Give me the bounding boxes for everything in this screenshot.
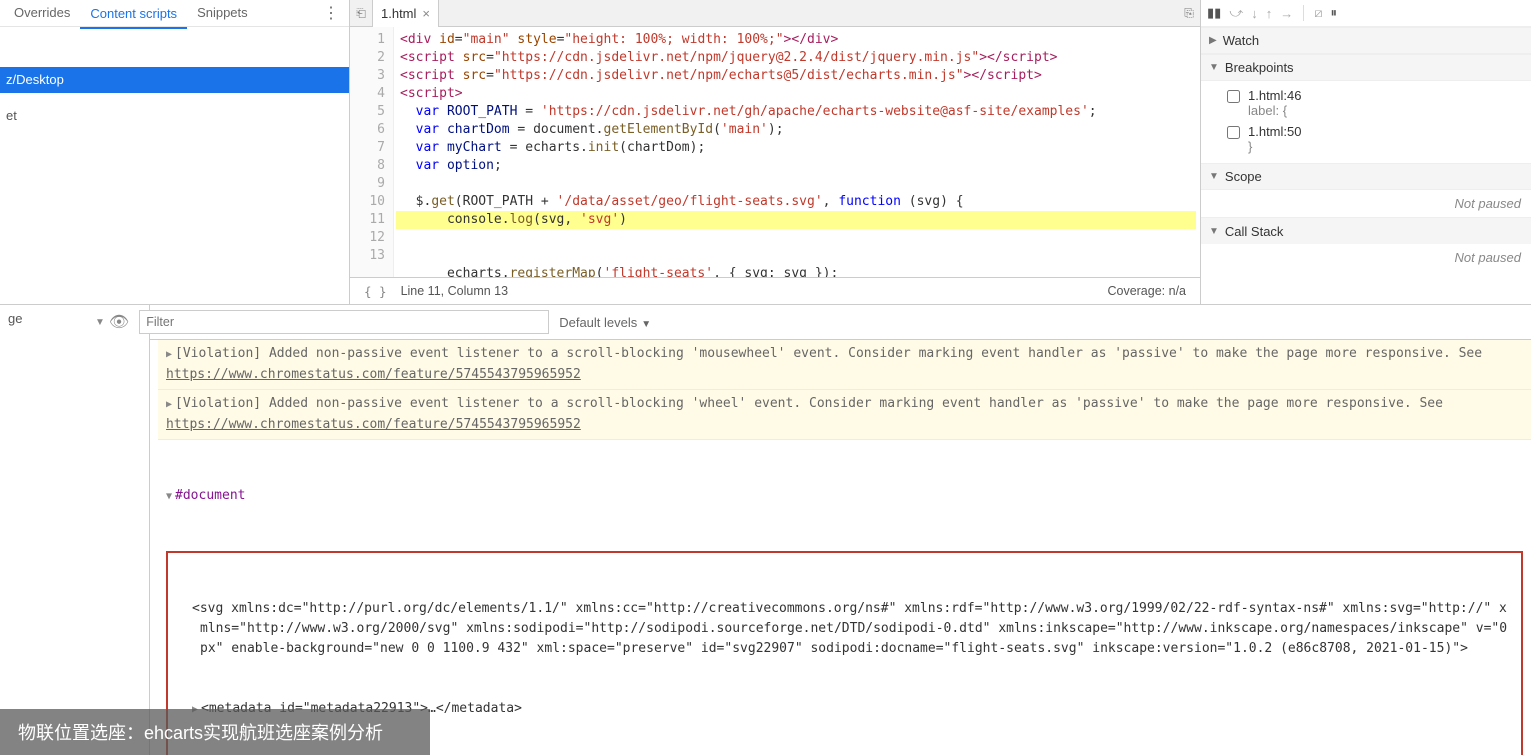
nav-next-icon[interactable]: ⎘ [1178, 6, 1200, 21]
section-breakpoints: ▼ Breakpoints 1.html:46 label: { 1.html:… [1201, 54, 1531, 163]
chevron-down-icon[interactable]: ▼ [166, 491, 172, 502]
more-tabs-icon[interactable]: ⋮ [313, 3, 349, 23]
console-sidebar-item[interactable]: ge [8, 311, 22, 326]
debug-toolbar: ▮▮ ⤻ ↓ ↑ → ⧄ ⏸ [1201, 0, 1531, 27]
code-body[interactable]: <div id="main" style="height: 100%; widt… [394, 27, 1200, 277]
chevron-down-icon[interactable]: ▼ [95, 317, 105, 328]
filter-input[interactable] [139, 310, 549, 334]
coverage-label: Coverage: n/a [1107, 284, 1186, 298]
chevron-right-icon[interactable]: ▶ [166, 349, 172, 360]
nav-prev-icon[interactable]: ⎗ [350, 6, 372, 21]
chevron-down-icon: ▼ [1209, 62, 1219, 73]
gutter: 123 456 789 101112 13 [350, 27, 394, 277]
editor-area: ⎗ 1.html × ⎘ 123 456 789 101112 13 <div … [350, 0, 1201, 304]
watch-header[interactable]: ▶ Watch [1201, 27, 1531, 54]
console-log-output: ▼#document <svg xmlns:dc="http://purl.or… [158, 440, 1531, 755]
breakpoints-header[interactable]: ▼ Breakpoints [1201, 54, 1531, 81]
close-tab-icon[interactable]: × [422, 0, 430, 27]
console-sidebar: ge [0, 305, 150, 755]
console-warning: ▶[Violation] Added non-passive event lis… [158, 340, 1531, 390]
file-tab-label: 1.html [381, 0, 416, 27]
debug-panel: ▮▮ ⤻ ↓ ↑ → ⧄ ⏸ ▶ Watch ▼ Breakpoints [1201, 0, 1531, 304]
video-caption: 物联位置选座：ehcarts实现航班选座案例分析 [0, 709, 430, 755]
step-icon[interactable]: → [1280, 6, 1293, 21]
top-row: Overrides Content scripts Snippets ⋮ z/D… [0, 0, 1531, 305]
callstack-not-paused: Not paused [1201, 244, 1531, 271]
tab-snippets[interactable]: Snippets [187, 0, 258, 26]
callstack-header[interactable]: ▼ Call Stack [1201, 217, 1531, 244]
sources-tabs: Overrides Content scripts Snippets ⋮ [0, 0, 349, 27]
section-watch: ▶ Watch [1201, 27, 1531, 54]
deactivate-bp-icon[interactable]: ⧄ [1314, 5, 1322, 21]
violation-link[interactable]: https://www.chromestatus.com/feature/574… [166, 417, 581, 432]
pause-on-exceptions-icon[interactable]: ⏸ [1331, 5, 1338, 21]
chevron-right-icon: ▶ [1209, 35, 1217, 46]
file-tree: z/Desktop et [0, 67, 349, 304]
console-area: ▼ 👁 Default levels▼ ▶[Violation] Added n… [150, 305, 1531, 755]
pause-icon[interactable]: ▮▮ [1207, 5, 1221, 21]
section-call-stack: ▼ Call Stack Not paused [1201, 217, 1531, 271]
breakpoint-item[interactable]: 1.html:46 label: { [1227, 85, 1523, 121]
sources-sidebar: Overrides Content scripts Snippets ⋮ z/D… [0, 0, 350, 304]
section-scope: ▼ Scope Not paused [1201, 163, 1531, 217]
step-over-icon[interactable]: ⤻ [1229, 5, 1243, 21]
violation-link[interactable]: https://www.chromestatus.com/feature/574… [166, 367, 581, 382]
format-icon[interactable]: { } [364, 284, 387, 299]
scope-not-paused: Not paused [1201, 190, 1531, 217]
tab-overrides[interactable]: Overrides [4, 0, 80, 26]
tab-content-scripts[interactable]: Content scripts [80, 1, 187, 29]
editor-statusbar: { } Line 11, Column 13 Coverage: n/a [350, 277, 1200, 304]
levels-dropdown[interactable]: Default levels▼ [559, 315, 651, 330]
step-out-icon[interactable]: ↑ [1266, 6, 1273, 21]
tree-item-et[interactable]: et [0, 103, 349, 129]
console-body[interactable]: ▶[Violation] Added non-passive event lis… [150, 340, 1531, 755]
file-tab[interactable]: 1.html × [372, 0, 439, 27]
chevron-down-icon: ▼ [1209, 171, 1219, 182]
editor-tabbar: ⎗ 1.html × ⎘ [350, 0, 1200, 27]
chevron-down-icon: ▼ [1209, 226, 1219, 237]
breakpoint-item[interactable]: 1.html:50 } [1227, 121, 1523, 157]
breakpoint-checkbox[interactable] [1227, 90, 1240, 103]
code-editor[interactable]: 123 456 789 101112 13 <div id="main" sty… [350, 27, 1200, 277]
console-warning: ▶[Violation] Added non-passive event lis… [158, 390, 1531, 440]
scope-header[interactable]: ▼ Scope [1201, 163, 1531, 190]
cursor-position: Line 11, Column 13 [401, 284, 508, 298]
tree-item-desktop[interactable]: z/Desktop [0, 67, 349, 93]
eye-icon[interactable]: 👁 [109, 312, 129, 332]
chevron-right-icon[interactable]: ▶ [166, 399, 172, 410]
breakpoint-checkbox[interactable] [1227, 126, 1240, 139]
step-into-icon[interactable]: ↓ [1251, 6, 1258, 21]
console-toolbar: ▼ 👁 Default levels▼ [150, 305, 1531, 340]
